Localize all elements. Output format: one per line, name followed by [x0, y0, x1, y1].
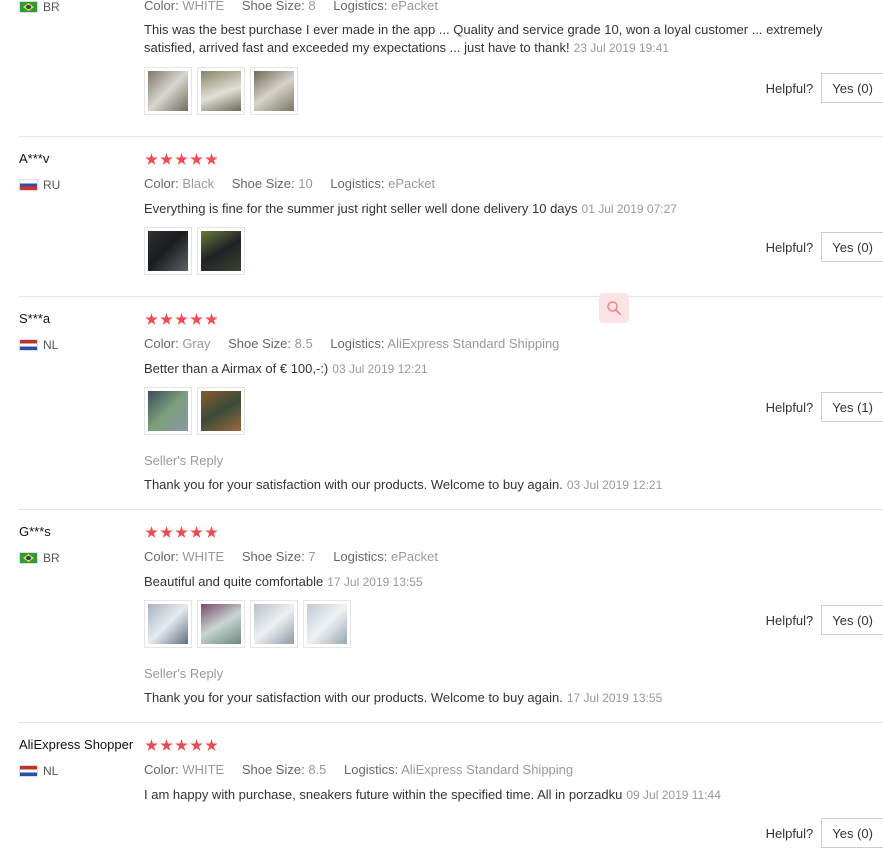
helpful-vote: Helpful? Yes (1)	[766, 392, 883, 422]
seller-reply-text: Thank you for your satisfaction with our…	[144, 477, 663, 492]
review-photo[interactable]	[303, 600, 351, 648]
review-photos	[144, 67, 298, 115]
review-item: A***v RU Color: Black Shoe Size: 10 Logi…	[0, 136, 883, 296]
review-photos	[144, 600, 351, 648]
review-item: AliExpress Shopper NL Color: WHITE Shoe …	[0, 722, 883, 862]
review-photo[interactable]	[197, 227, 245, 275]
star-icon	[190, 153, 203, 165]
review-text: Better than a Airmax of € 100,-:) 03 Jul …	[144, 361, 428, 376]
netherlands-flag-icon	[19, 765, 38, 777]
review-text: Beautiful and quite comfortable 17 Jul 20…	[144, 574, 423, 589]
review-photo[interactable]	[250, 67, 298, 115]
star-icon	[175, 526, 188, 538]
star-icon	[160, 526, 173, 538]
seller-reply-title: Seller's Reply	[144, 453, 224, 468]
star-icon	[145, 313, 158, 325]
star-icon	[160, 313, 173, 325]
star-icon	[175, 739, 188, 751]
reviewer-country: NL	[19, 764, 58, 778]
reviewer-name: G***s	[19, 524, 51, 539]
helpful-vote: Helpful? Yes (0)	[766, 605, 883, 635]
helpful-yes-button[interactable]: Yes (0)	[821, 818, 883, 848]
reviewer-country: BR	[19, 551, 60, 565]
brazil-flag-icon	[19, 552, 38, 564]
review-item: G***s BR Color: WHITE Shoe Size: 7 Logis…	[0, 509, 883, 722]
helpful-yes-button[interactable]: Yes (0)	[821, 605, 883, 635]
review-attributes: Color: Gray Shoe Size: 8.5 Logistics: Al…	[144, 336, 560, 351]
review-photo[interactable]	[144, 67, 192, 115]
helpful-label: Helpful?	[765, 612, 814, 628]
star-icon	[145, 739, 158, 751]
reviewer-name: S***a	[19, 311, 51, 326]
helpful-label: Helpful?	[765, 80, 814, 96]
rating-stars	[145, 739, 218, 752]
review-divider	[18, 296, 883, 297]
review-attributes: Color: Black Shoe Size: 10 Logistics: eP…	[144, 176, 436, 191]
netherlands-flag-icon	[19, 339, 38, 351]
review-text: Everything is fine for the summer just r…	[144, 201, 677, 216]
star-icon	[190, 739, 203, 751]
reviewer-name: AliExpress Shopper	[19, 737, 134, 752]
star-icon	[160, 153, 173, 165]
star-icon	[205, 153, 218, 165]
star-icon	[205, 739, 218, 751]
star-icon	[145, 526, 158, 538]
star-icon	[190, 313, 203, 325]
reviewer-country: RU	[19, 178, 60, 192]
helpful-label: Helpful?	[765, 399, 814, 415]
review-photo[interactable]	[197, 387, 245, 435]
review-attributes: Color: WHITE Shoe Size: 8.5 Logistics: A…	[144, 762, 574, 777]
review-date: 09 Jul 2019 11:44	[626, 788, 721, 802]
review-divider	[18, 136, 883, 137]
star-icon	[205, 526, 218, 538]
review-text: I am happy with purchase, sneakers futur…	[144, 787, 721, 802]
star-icon	[175, 313, 188, 325]
helpful-yes-button[interactable]: Yes (0)	[821, 232, 883, 262]
helpful-yes-button[interactable]: Yes (0)	[821, 73, 883, 103]
star-icon	[175, 153, 188, 165]
star-icon	[190, 526, 203, 538]
reply-date: 03 Jul 2019 12:21	[566, 478, 663, 492]
review-attributes: Color: WHITE Shoe Size: 8 Logistics: ePa…	[144, 0, 438, 13]
russia-flag-icon	[19, 179, 38, 191]
review-photos	[144, 387, 245, 435]
star-icon	[160, 739, 173, 751]
review-divider	[18, 509, 883, 510]
brazil-flag-icon	[19, 1, 38, 13]
reply-date: 17 Jul 2019 13:55	[566, 691, 663, 705]
star-icon	[145, 153, 158, 165]
review-photos	[144, 227, 245, 275]
reviewer-name: A***v	[19, 151, 50, 166]
review-photo[interactable]	[144, 387, 192, 435]
helpful-vote: Helpful? Yes (0)	[766, 232, 883, 262]
review-item: BR Color: WHITE Shoe Size: 8 Logistics: …	[0, 0, 883, 136]
review-attributes: Color: WHITE Shoe Size: 7 Logistics: ePa…	[144, 549, 438, 564]
search-icon[interactable]	[599, 293, 629, 323]
review-date: 01 Jul 2019 07:27	[581, 202, 677, 216]
helpful-label: Helpful?	[765, 239, 814, 255]
review-photo[interactable]	[144, 227, 192, 275]
review-photo[interactable]	[250, 600, 298, 648]
review-date: 23 Jul 2019 19:41	[573, 41, 670, 55]
seller-reply-title: Seller's Reply	[144, 666, 224, 681]
seller-reply-text: Thank you for your satisfaction with our…	[144, 690, 663, 705]
helpful-yes-button[interactable]: Yes (1)	[821, 392, 883, 422]
rating-stars	[145, 153, 218, 166]
reviewer-country: BR	[19, 0, 60, 14]
review-date: 03 Jul 2019 12:21	[332, 362, 428, 376]
review-photo[interactable]	[197, 67, 245, 115]
rating-stars	[145, 313, 218, 326]
review-photo[interactable]	[197, 600, 245, 648]
review-item: S***a NL Color: Gray Shoe Size: 8.5 Logi…	[0, 296, 883, 509]
review-divider	[18, 722, 883, 723]
helpful-label: Helpful?	[765, 825, 814, 841]
star-icon	[205, 313, 218, 325]
reviewer-country: NL	[19, 338, 58, 352]
helpful-vote: Helpful? Yes (0)	[766, 73, 883, 103]
review-date: 17 Jul 2019 13:55	[327, 575, 423, 589]
rating-stars	[145, 526, 218, 539]
review-text: This was the best purchase I ever made i…	[144, 22, 823, 55]
helpful-vote: Helpful? Yes (0)	[766, 818, 883, 848]
review-photo[interactable]	[144, 600, 192, 648]
